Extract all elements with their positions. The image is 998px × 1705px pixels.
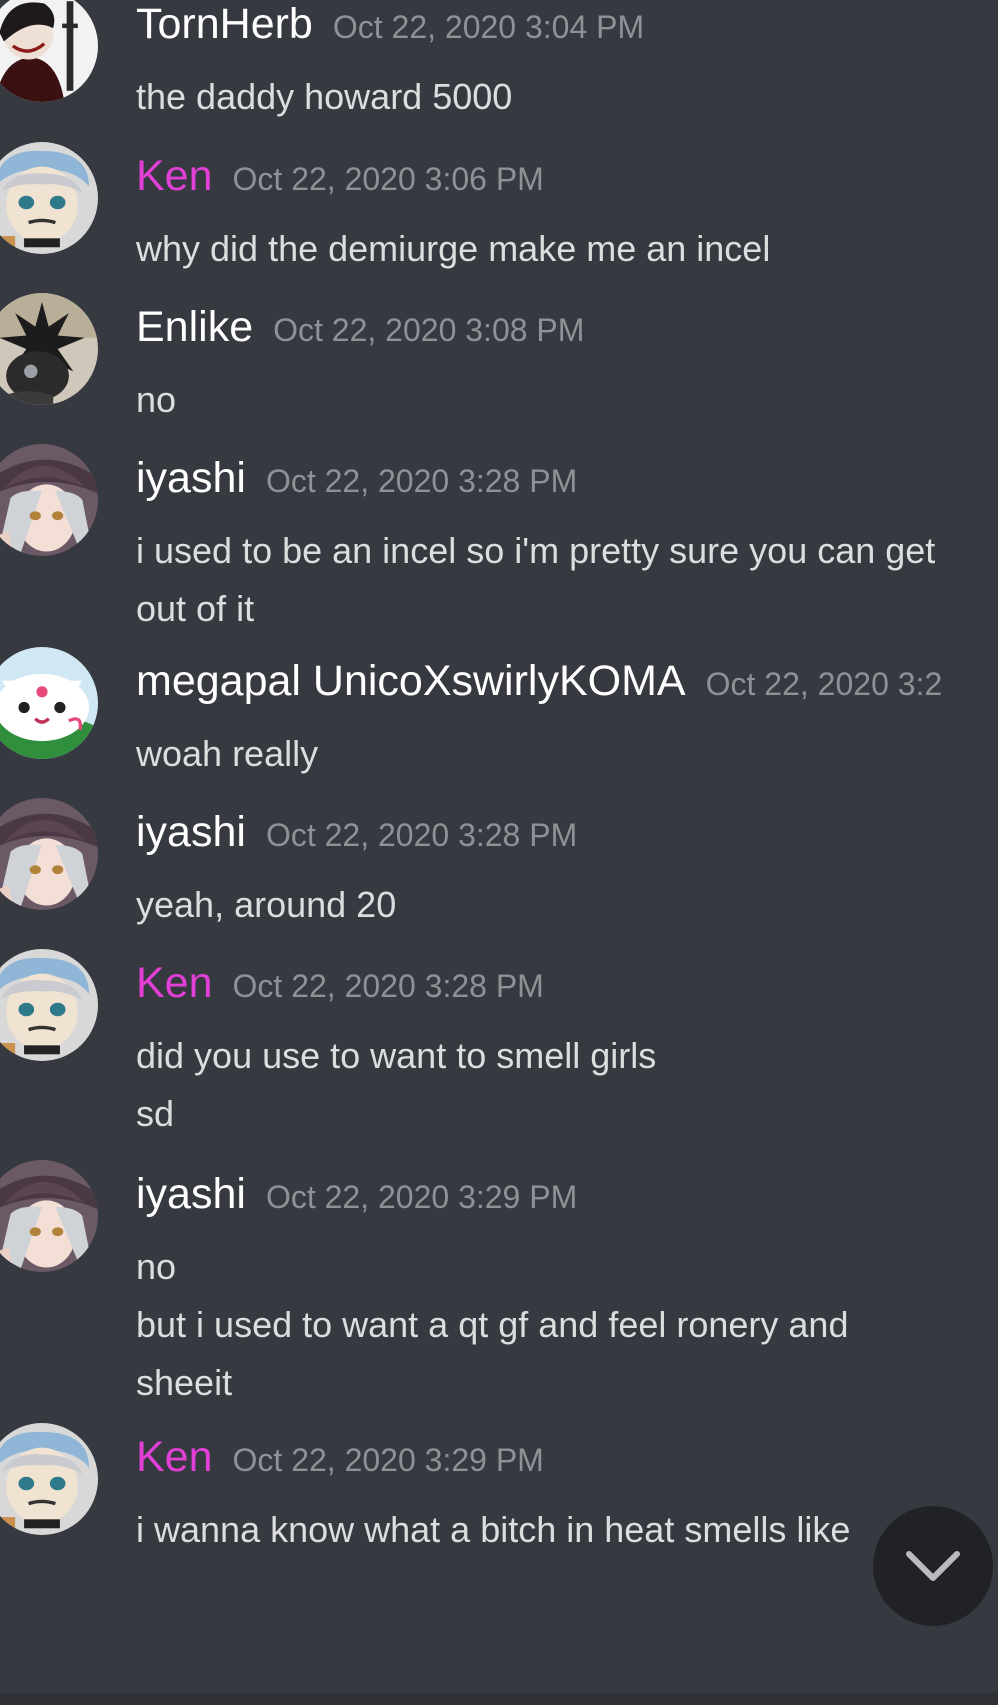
megapal-avatar[interactable] [0,647,98,759]
message-content: yeah, around 20 [136,876,998,934]
timestamp: Oct 22, 2020 3:2 [705,666,943,702]
message-header: iyashi Oct 22, 2020 3:28 PM [136,808,577,866]
timestamp: Oct 22, 2020 3:28 PM [265,817,578,853]
iyashi-avatar[interactable] [0,444,98,556]
message-content: no but i used to want a qt gf and feel ro… [136,1238,998,1412]
message-content: i wanna know what a bitch in heat smells… [136,1501,998,1559]
ken-avatar[interactable] [0,949,98,1061]
message-text: the daddy howard 5000 [136,76,513,117]
message-header: iyashi Oct 22, 2020 3:29 PM [136,1170,577,1228]
message-text: yeah, around 20 [136,884,397,925]
message-header: TornHerb Oct 22, 2020 3:04 PM [136,0,644,58]
username[interactable]: Ken [136,152,213,201]
message-text: no [136,379,177,420]
message-text: why did the demiurge make me an incel [136,228,771,269]
message-header: Ken Oct 22, 2020 3:06 PM [136,152,544,210]
message-header: Ken Oct 22, 2020 3:28 PM [136,959,544,1017]
message-text: no [136,1246,177,1287]
composer-edge [0,1693,998,1705]
username[interactable]: Ken [136,959,213,1008]
username[interactable]: iyashi [136,808,246,857]
message-text: i used to be an incel so i'm pretty sure… [136,530,936,571]
message-content: the daddy howard 5000 [136,68,998,126]
username[interactable]: iyashi [136,454,246,503]
iyashi-avatar[interactable] [0,798,98,910]
message-header: Enlike Oct 22, 2020 3:08 PM [136,303,584,361]
message-content: why did the demiurge make me an incel [136,220,998,278]
message-header: iyashi Oct 22, 2020 3:28 PM [136,454,577,512]
message-text: did you use to want to smell girls [136,1035,657,1076]
timestamp: Oct 22, 2020 3:29 PM [232,1442,544,1478]
username[interactable]: Ken [136,1433,213,1482]
enlike-avatar[interactable] [0,293,98,405]
chevron-down-icon [906,1551,960,1581]
timestamp: Oct 22, 2020 3:04 PM [332,9,645,45]
timestamp: Oct 22, 2020 3:06 PM [232,161,544,197]
timestamp: Oct 22, 2020 3:28 PM [232,968,544,1004]
ken-avatar[interactable] [0,142,98,254]
message-text: sd [136,1093,175,1134]
message-text: sheeit [136,1362,233,1403]
username[interactable]: TornHerb [136,0,313,49]
ken-avatar[interactable] [0,1423,98,1535]
username[interactable]: iyashi [136,1170,246,1219]
message-content: no [136,371,998,429]
message-text: out of it [136,588,255,629]
message-text: but i used to want a qt gf and feel rone… [136,1304,849,1345]
message-header: Ken Oct 22, 2020 3:29 PM [136,1433,544,1491]
username[interactable]: Enlike [136,303,253,352]
tornherb-avatar[interactable] [0,0,98,102]
message-header: megapal UnicoXswirlyKOMA Oct 22, 2020 3:2 [136,657,942,715]
message-list: TornHerb Oct 22, 2020 3:04 PM the daddy ho… [0,0,998,1705]
message-content: i used to be an incel so i'm pretty sure… [136,522,998,638]
username[interactable]: megapal UnicoXswirlyKOMA [136,657,686,706]
timestamp: Oct 22, 2020 3:08 PM [273,312,585,348]
iyashi-avatar[interactable] [0,1160,98,1272]
message-text: i wanna know what a bitch in heat smells… [136,1509,851,1550]
timestamp: Oct 22, 2020 3:29 PM [265,1179,578,1215]
jump-to-present-button[interactable] [873,1506,993,1626]
timestamp: Oct 22, 2020 3:28 PM [265,463,578,499]
message-content: woah really [136,725,998,783]
message-content: did you use to want to smell girls sd [136,1027,998,1143]
message-text: woah really [136,733,319,774]
